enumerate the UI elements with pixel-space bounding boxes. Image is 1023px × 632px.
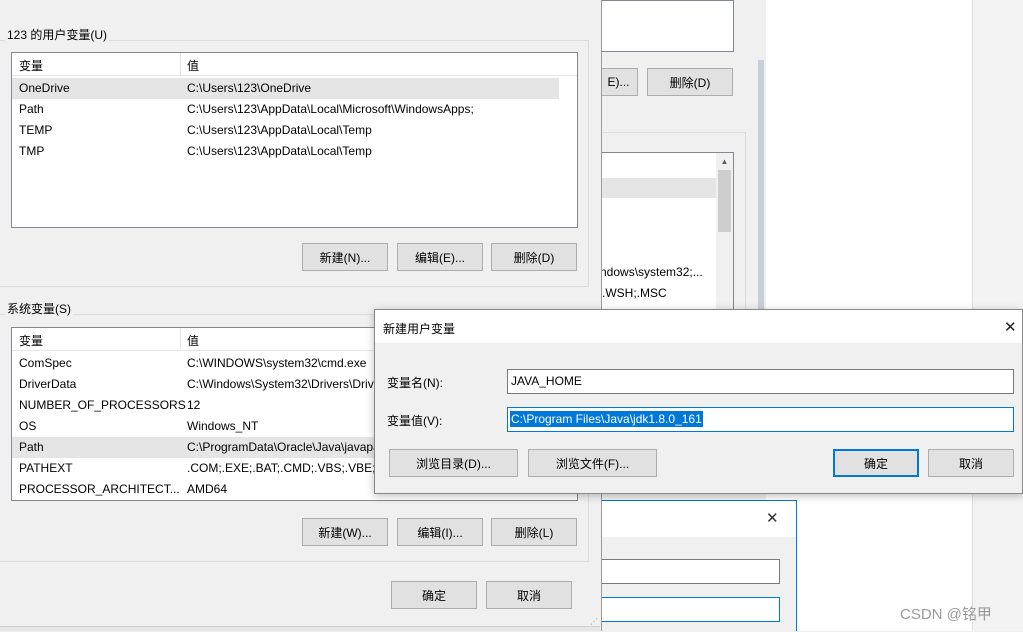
column-header-variable[interactable]: 变量 — [19, 57, 43, 74]
var-value-field[interactable]: C:\Program Files\Java\jdk1.8.0_161 — [507, 407, 1014, 432]
column-separator[interactable] — [180, 53, 181, 75]
user-vars-title: 123 的用户变量(U) — [5, 26, 110, 43]
var-name-value: JAVA_HOME — [511, 374, 582, 388]
bg-scrollbar[interactable]: ▲ — [716, 153, 733, 313]
var-name: PROCESSOR_ARCHITECT... — [19, 482, 180, 496]
bg-path-fragment-1: ndows\system32;... — [600, 265, 703, 279]
var-value: C:\Users\123\AppData\Local\Temp — [187, 144, 372, 158]
var-name: PATHEXT — [19, 461, 73, 475]
list-item[interactable]: TMP C:\Users\123\AppData\Local\Temp — [12, 141, 577, 162]
var-name: DriverData — [19, 377, 77, 391]
var-name: TEMP — [19, 123, 53, 137]
var-name: NUMBER_OF_PROCESSORS — [19, 398, 186, 412]
watermark: CSDN @铭甲 — [900, 606, 992, 623]
sys-delete-button[interactable]: 删除(L) — [491, 518, 577, 546]
confirm-button[interactable]: 确定 — [833, 449, 919, 477]
var-value: 12 — [187, 398, 201, 412]
small-dialog-field-1[interactable] — [600, 559, 780, 584]
list-item[interactable]: Path C:\Users\123\AppData\Local\Microsof… — [12, 99, 577, 120]
column-header-value[interactable]: 值 — [187, 57, 199, 74]
sys-edit-button[interactable]: 编辑(I)... — [397, 518, 483, 546]
resize-grip-icon[interactable]: ⋰ — [590, 617, 600, 627]
list-item[interactable]: OneDrive C:\Users\123\OneDrive — [12, 78, 559, 99]
small-dialog-field-2[interactable] — [600, 597, 780, 622]
bg-decoration-strip — [758, 60, 764, 310]
small-dialog-close-icon[interactable]: ✕ — [766, 509, 779, 527]
user-edit-button[interactable]: 编辑(E)... — [397, 243, 483, 271]
var-value: C:\Users\123\AppData\Local\Microsoft\Win… — [187, 102, 474, 116]
user-delete-button[interactable]: 删除(D) — [491, 243, 577, 271]
ok-button[interactable]: 确定 — [391, 581, 477, 609]
var-name: ComSpec — [19, 356, 72, 370]
var-value: Windows_NT — [187, 419, 259, 433]
var-value-selected-text: C:\Program Files\Java\jdk1.8.0_161 — [510, 411, 703, 427]
var-value: AMD64 — [187, 482, 228, 496]
column-header-variable[interactable]: 变量 — [19, 332, 43, 349]
new-var-dialog: 新建用户变量 ✕ 变量名(N): JAVA_HOME 变量值(V): C:\Pr… — [374, 309, 1023, 494]
list-item[interactable]: TEMP C:\Users\123\AppData\Local\Temp — [12, 120, 577, 141]
bg-selected-row — [600, 178, 716, 198]
bg-edit-button[interactable]: E)... — [600, 68, 638, 96]
new-var-title: 新建用户变量 — [383, 322, 456, 336]
sys-new-button[interactable]: 新建(W)... — [302, 518, 388, 546]
bg-path-fragment-2: .WSH;.MSC — [602, 286, 667, 300]
var-name: Path — [19, 102, 44, 116]
var-value: C:\Users\123\AppData\Local\Temp — [187, 123, 372, 137]
var-value: C:\ProgramData\Oracle\Java\javapath; — [187, 440, 394, 454]
bg-delete-button[interactable]: 删除(D) — [647, 68, 733, 96]
bg-scroll-thumb[interactable] — [718, 170, 731, 232]
column-header-value[interactable]: 值 — [187, 332, 199, 349]
close-icon[interactable]: ✕ — [1004, 318, 1017, 336]
new-var-titlebar[interactable]: 新建用户变量 ✕ — [375, 310, 1022, 343]
var-name-field[interactable]: JAVA_HOME — [507, 369, 1014, 394]
column-separator[interactable] — [180, 328, 181, 350]
cancel-button[interactable]: 取消 — [486, 581, 572, 609]
var-value: C:\Users\123\OneDrive — [187, 81, 312, 95]
var-name: OS — [19, 419, 37, 433]
browse-file-button[interactable]: 浏览文件(F)... — [528, 449, 657, 477]
var-value: C:\WINDOWS\system32\cmd.exe — [187, 356, 367, 370]
user-new-button[interactable]: 新建(N)... — [302, 243, 388, 271]
user-vars-list[interactable]: 变量 值 OneDrive C:\Users\123\OneDrive Path… — [11, 52, 578, 228]
sys-vars-title: 系统变量(S) — [5, 300, 73, 317]
bottom-edge — [0, 626, 600, 631]
small-dialog: ✕ — [600, 500, 797, 632]
bg-sys-list: ▲ ndows\system32;... .WSH;.MSC — [600, 152, 734, 313]
bg-list-top — [600, 0, 734, 52]
var-name: Path — [19, 440, 44, 454]
cancel-dialog-button[interactable]: 取消 — [928, 449, 1014, 477]
bg-scroll-up-icon[interactable]: ▲ — [716, 153, 733, 170]
var-name: OneDrive — [19, 81, 70, 95]
browse-directory-button[interactable]: 浏览目录(D)... — [389, 449, 518, 477]
var-value-label: 变量值(V): — [387, 414, 443, 428]
var-name-label: 变量名(N): — [387, 376, 443, 390]
var-name: TMP — [19, 144, 45, 158]
user-vars-list-header: 变量 值 — [12, 53, 577, 76]
